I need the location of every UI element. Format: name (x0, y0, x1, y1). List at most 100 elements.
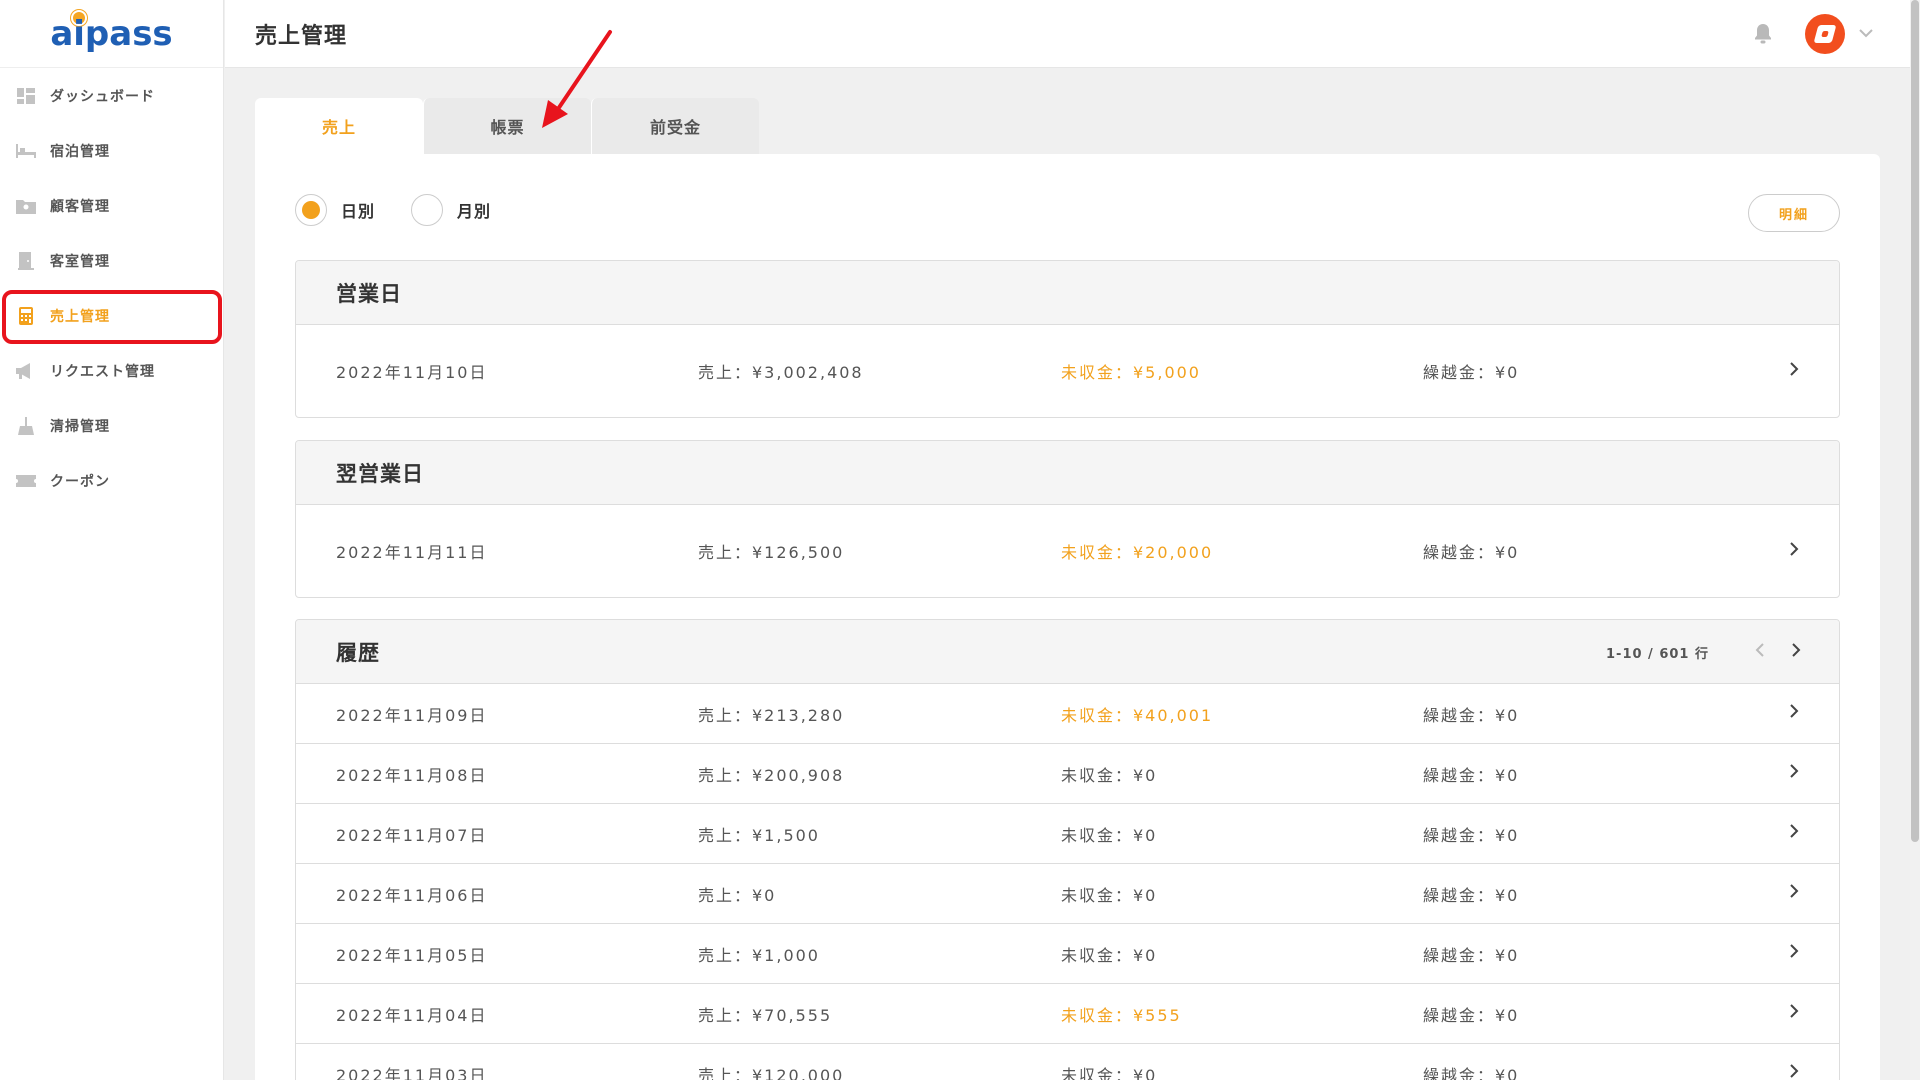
row-unpaid: 未収金：¥0 (1061, 1065, 1158, 1080)
chevron-down-icon[interactable] (1859, 26, 1873, 42)
chevron-right-icon[interactable] (1789, 883, 1799, 904)
chevron-right-icon[interactable] (1789, 361, 1799, 382)
row-date: 2022年11月05日 (336, 945, 488, 965)
room-icon (16, 251, 36, 270)
pagination: 1-10 / 601 行 (1606, 642, 1801, 662)
sidebar-item-label: 顧客管理 (50, 198, 110, 215)
sidebar: aipass ダッシュボード宿泊管理顧客管理客室管理売上管理リクエスト管理 清掃管… (0, 0, 224, 1080)
row-date: 2022年11月06日 (336, 885, 488, 905)
chevron-right-icon[interactable] (1789, 703, 1799, 724)
sidebar-item-4[interactable]: 売上管理 (0, 288, 223, 343)
row-unpaid: 未収金：¥0 (1061, 945, 1158, 965)
bed-icon (16, 143, 36, 159)
tab-bar: 売上 帳票 前受金 (255, 98, 759, 154)
row-carryover: 繰越金：¥0 (1423, 765, 1520, 785)
bell-icon[interactable] (1751, 22, 1775, 46)
row-sales: 売上：¥200,908 (698, 765, 845, 785)
sidebar-item-0[interactable]: ダッシュボード (0, 68, 223, 123)
row-unpaid: 未収金：¥0 (1061, 885, 1158, 905)
radio-monthly-label: 月別 (457, 202, 492, 221)
broom-icon (16, 416, 36, 435)
row-carryover: 繰越金：¥0 (1423, 363, 1520, 382)
tab-reports[interactable]: 帳票 (423, 98, 591, 154)
row-sales: 売上：¥0 (698, 885, 777, 905)
radio-monthly-control[interactable] (411, 194, 444, 226)
dashboard-icon (16, 87, 36, 104)
row-sales: 売上：¥70,555 (698, 1005, 833, 1025)
chevron-right-icon[interactable] (1789, 1003, 1799, 1024)
row-carryover: 繰越金：¥0 (1423, 1005, 1520, 1025)
radio-daily-control[interactable] (295, 194, 327, 226)
section-title: 営業日 (336, 281, 402, 306)
tab-sales[interactable]: 売上 (255, 98, 423, 154)
chevron-right-icon[interactable] (1789, 943, 1799, 964)
row-date: 2022年11月11日 (336, 543, 488, 562)
chevron-right-icon[interactable] (1789, 1063, 1799, 1080)
row-unpaid: 未収金：¥0 (1061, 765, 1158, 785)
row-sales: 売上：¥120,000 (698, 1065, 845, 1080)
sidebar-item-6[interactable]: 清掃管理 (0, 398, 223, 453)
sidebar-item-7[interactable]: クーポン (0, 453, 223, 508)
chevron-right-icon[interactable] (1789, 823, 1799, 844)
next-business-day-section: 翌営業日 2022年11月11日 売上：¥126,500 未収金：¥20,000… (295, 440, 1840, 598)
table-row[interactable]: 2022年11月03日 売上：¥120,000 未収金：¥0 繰越金：¥0 (296, 1044, 1839, 1080)
row-carryover: 繰越金：¥0 (1423, 705, 1520, 725)
row-sales: 売上：¥213,280 (698, 705, 845, 725)
business-day-section: 営業日 2022年11月10日 売上：¥3,002,408 未収金：¥5,000… (295, 260, 1840, 418)
chevron-right-icon[interactable] (1789, 541, 1799, 562)
history-list: 2022年11月09日 売上：¥213,280 未収金：¥40,001 繰越金：¥0 2… (296, 684, 1839, 1080)
section-title: 翌営業日 (336, 461, 424, 486)
sidebar-item-1[interactable]: 宿泊管理 (0, 123, 223, 178)
table-row[interactable]: 2022年11月08日 売上：¥200,908 未収金：¥0 繰越金：¥0 (296, 744, 1839, 804)
tab-advance-payment[interactable]: 前受金 (591, 98, 759, 154)
row-sales: 売上：¥1,500 (698, 825, 820, 845)
sidebar-item-label: クーポン (50, 473, 110, 490)
row-carryover: 繰越金：¥0 (1423, 885, 1520, 905)
detail-button[interactable]: 明細 (1748, 194, 1840, 232)
row-carryover: 繰越金：¥0 (1423, 1065, 1520, 1080)
row-carryover: 繰越金：¥0 (1423, 945, 1520, 965)
radio-monthly[interactable]: 月別 (411, 194, 491, 226)
coupon-icon (16, 473, 36, 489)
megaphone-icon (16, 362, 36, 379)
chevron-right-icon[interactable] (1789, 763, 1799, 784)
table-row[interactable]: 2022年11月09日 売上：¥213,280 未収金：¥40,001 繰越金：¥0 (296, 684, 1839, 744)
row-date: 2022年11月04日 (336, 1005, 488, 1025)
row-date: 2022年11月10日 (336, 363, 488, 382)
row-date: 2022年11月08日 (336, 765, 488, 785)
table-row[interactable]: 2022年11月05日 売上：¥1,000 未収金：¥0 繰越金：¥0 (296, 924, 1839, 984)
radio-daily-label: 日別 (341, 202, 376, 221)
row-unpaid: 未収金：¥0 (1061, 825, 1158, 845)
customer-folder-icon (16, 198, 36, 214)
chevron-left-icon[interactable] (1755, 642, 1765, 662)
row-date: 2022年11月03日 (336, 1065, 488, 1080)
sidebar-item-label: 清掃管理 (50, 418, 110, 435)
row-sales: 売上：¥3,002,408 (698, 363, 864, 382)
top-header: 売上管理 (225, 0, 1911, 68)
sidebar-item-5[interactable]: リクエスト管理 (0, 343, 223, 398)
row-date: 2022年11月09日 (336, 705, 488, 725)
row-sales: 売上：¥1,000 (698, 945, 820, 965)
period-toggle: 日別 月別 (295, 194, 527, 226)
row-carryover: 繰越金：¥0 (1423, 543, 1520, 562)
sidebar-item-label: 宿泊管理 (50, 143, 110, 160)
sidebar-nav: ダッシュボード宿泊管理顧客管理客室管理売上管理リクエスト管理 清掃管理クーポン (0, 68, 223, 508)
row-unpaid: 未収金：¥555 (1061, 1005, 1182, 1025)
sidebar-item-3[interactable]: 客室管理 (0, 233, 223, 288)
radio-daily[interactable]: 日別 (295, 194, 375, 226)
logo[interactable]: aipass (0, 0, 223, 68)
next-business-day-row[interactable]: 2022年11月11日 売上：¥126,500 未収金：¥20,000 繰越金：… (296, 505, 1839, 597)
sidebar-item-label: リクエスト管理 (50, 363, 155, 380)
scrollbar-thumb[interactable] (1911, 0, 1919, 842)
table-row[interactable]: 2022年11月07日 売上：¥1,500 未収金：¥0 繰越金：¥0 (296, 804, 1839, 864)
table-row[interactable]: 2022年11月04日 売上：¥70,555 未収金：¥555 繰越金：¥0 (296, 984, 1839, 1044)
table-row[interactable]: 2022年11月06日 売上：¥0 未収金：¥0 繰越金：¥0 (296, 864, 1839, 924)
sidebar-item-label: 客室管理 (50, 253, 110, 270)
sidebar-item-2[interactable]: 顧客管理 (0, 178, 223, 233)
scrollbar[interactable] (1910, 0, 1920, 1080)
row-unpaid: 未収金：¥40,001 (1061, 705, 1214, 725)
chevron-right-icon[interactable] (1791, 642, 1801, 662)
avatar-icon[interactable] (1805, 14, 1845, 54)
business-day-row[interactable]: 2022年11月10日 売上：¥3,002,408 未収金：¥5,000 繰越金… (296, 325, 1839, 417)
sales-panel: 日別 月別 明細 営業日 2022年11月10日 売上：¥3,002,408 未… (255, 154, 1880, 1080)
